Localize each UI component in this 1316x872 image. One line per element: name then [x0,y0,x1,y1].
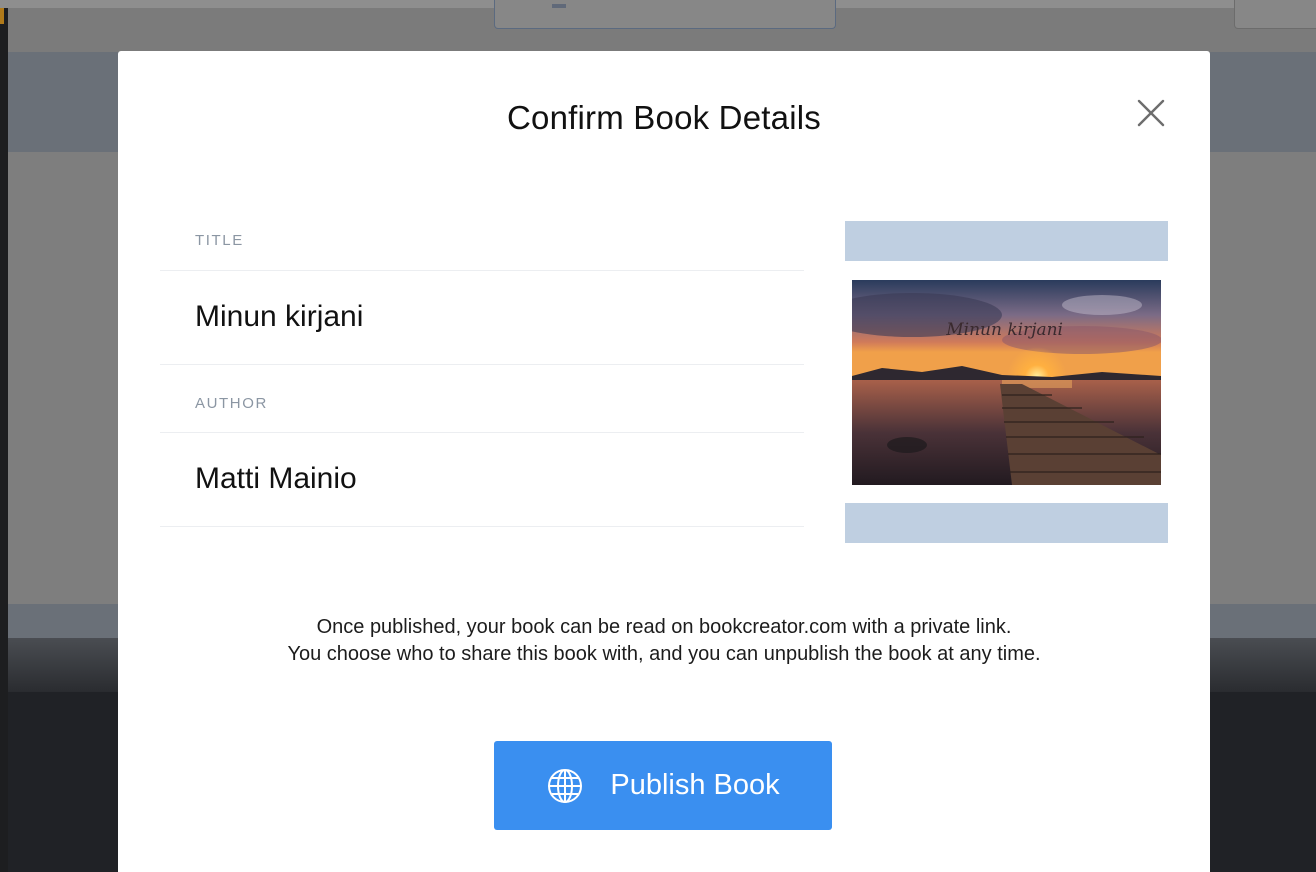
publish-book-label: Publish Book [610,769,780,801]
author-value-divider [160,526,804,527]
publish-book-button[interactable]: Publish Book [494,741,832,830]
author-value[interactable]: Matti Mainio [195,462,357,496]
title-label: TITLE [195,232,244,249]
publish-info-line-1: Once published, your book can be read on… [316,616,1012,638]
title-value-divider [160,364,804,365]
cover-title-text: Minun kirjani [946,320,1063,340]
background-corner-box [1234,0,1316,29]
cover-bottom-bar [845,503,1168,543]
background-accent-mark [0,8,4,24]
background-search-box [494,0,836,29]
close-icon [1137,99,1165,127]
confirm-book-dialog: Confirm Book Details TITLE Minun kirjani… [118,51,1210,872]
close-button[interactable] [1135,97,1167,129]
background-left-edge [0,8,8,872]
publish-info-line-2: You choose who to share this book with, … [287,643,1041,665]
cover-top-bar [845,221,1168,261]
author-label-divider [160,432,804,433]
title-label-divider [160,270,804,271]
globe-icon [548,768,583,803]
dialog-title: Confirm Book Details [507,99,821,136]
author-label: AUTHOR [195,395,268,412]
book-cover-image: Minun kirjani [852,280,1161,485]
background-search-box-icon [552,4,566,8]
title-value[interactable]: Minun kirjani [195,300,363,334]
